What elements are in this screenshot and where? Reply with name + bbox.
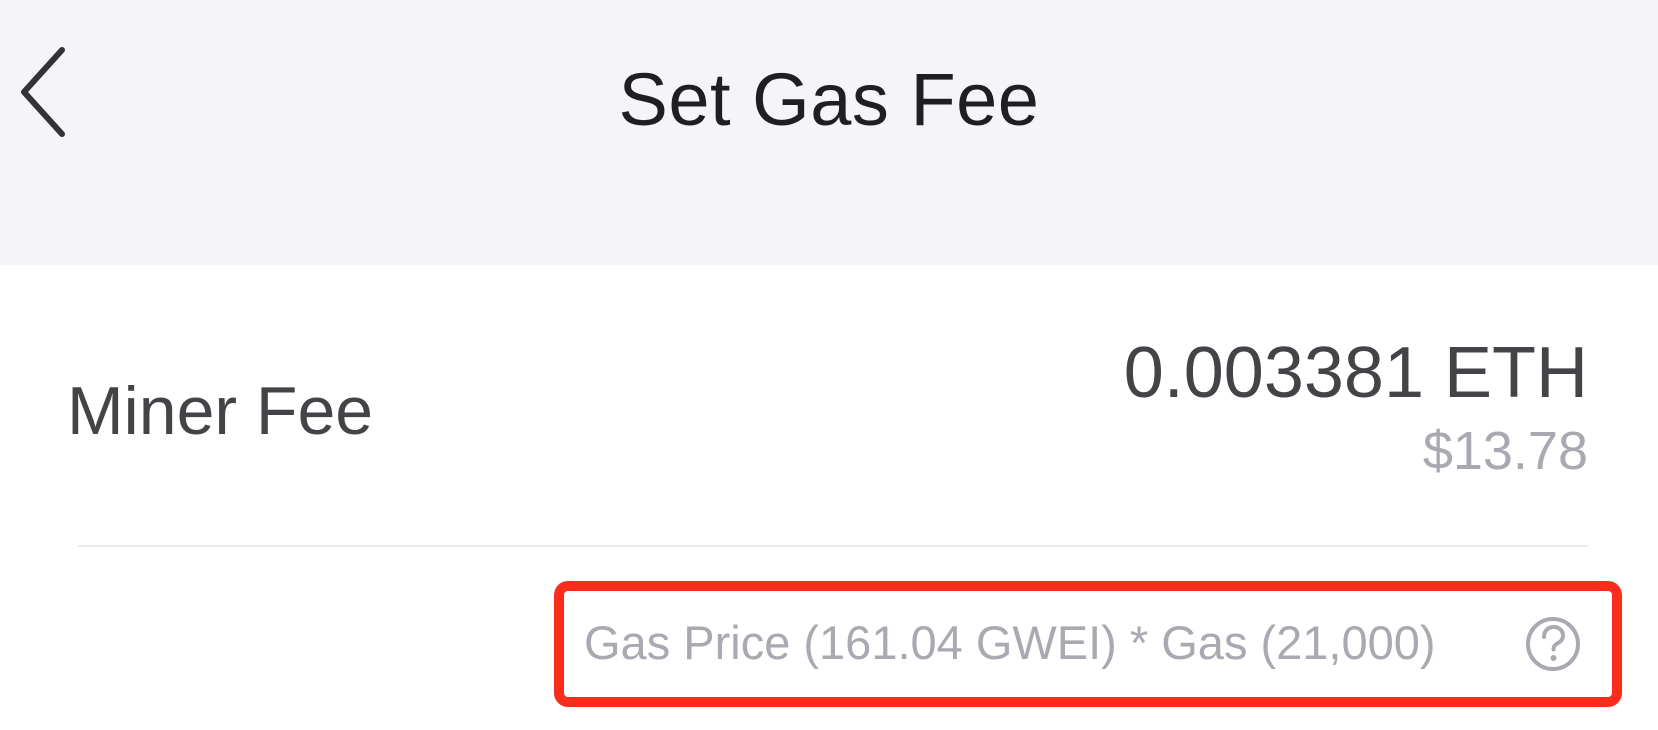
miner-fee-usd-value: $13.78 xyxy=(1422,421,1588,481)
question-circle-icon[interactable] xyxy=(1524,615,1582,673)
divider xyxy=(78,545,1588,547)
top-bar: Set Gas Fee xyxy=(0,0,1658,265)
miner-fee-label: Miner Fee xyxy=(67,373,374,449)
miner-fee-eth-value: 0.003381 ETH xyxy=(1123,333,1588,413)
gas-formula-highlight: Gas Price (161.04 GWEI) * Gas (21,000) xyxy=(554,581,1622,707)
miner-fee-card[interactable]: Miner Fee 0.003381 ETH $13.78 Gas Price … xyxy=(0,265,1658,730)
page-title: Set Gas Fee xyxy=(618,58,1040,141)
gas-formula-text: Gas Price (161.04 GWEI) * Gas (21,000) xyxy=(584,616,1436,669)
